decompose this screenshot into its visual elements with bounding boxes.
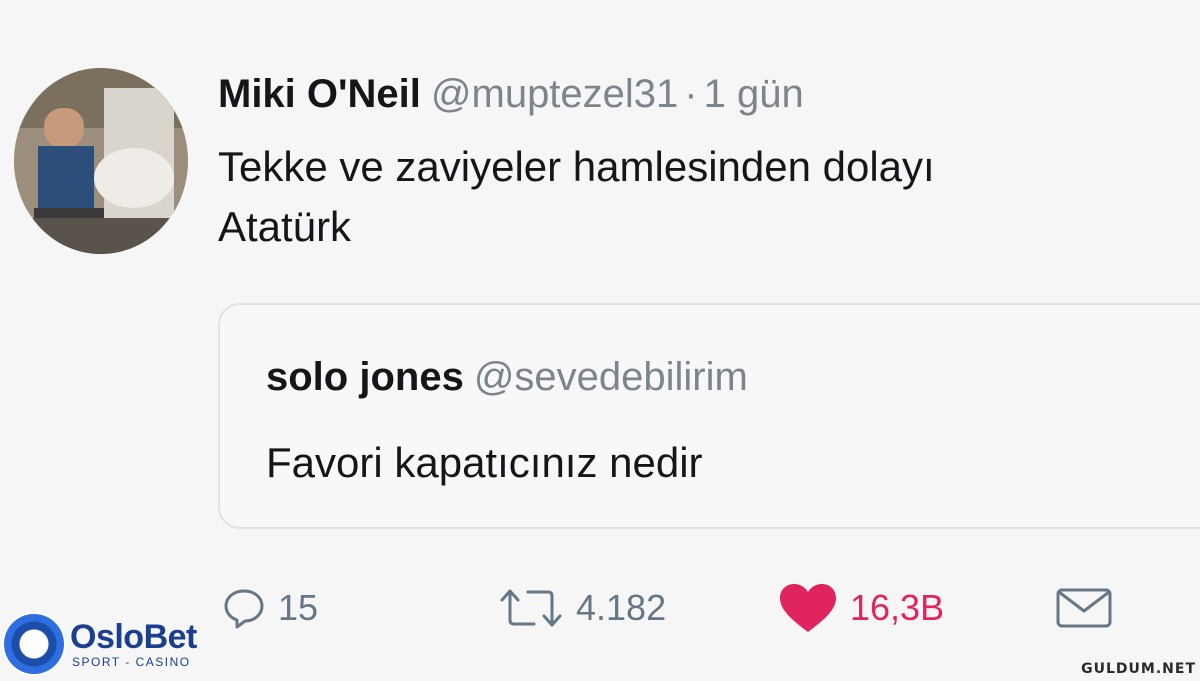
heart-icon: [780, 584, 836, 632]
quoted-tweet-header: solo jones @sevedebilirim: [266, 349, 748, 405]
timestamp[interactable]: 1 gün: [704, 72, 804, 116]
logo-sub: SPORT - CASINO: [72, 655, 191, 669]
watermark: GULDUM.NET: [1081, 661, 1196, 677]
reply-button[interactable]: 15: [222, 578, 318, 638]
quoted-tweet[interactable]: solo jones @sevedebilirim Favori kapatıcı…: [218, 303, 1200, 529]
separator-dot: ·: [684, 72, 698, 116]
avatar-photo: [14, 68, 188, 254]
retweet-icon: [500, 589, 562, 627]
retweet-button[interactable]: 4.182: [498, 578, 666, 638]
retweet-count: 4.182: [576, 587, 667, 628]
oslobet-logo-text: OsloBet SPORT - CASINO: [70, 620, 197, 668]
oslobet-logo: OsloBet SPORT - CASINO: [4, 614, 197, 674]
oslobet-logo-icon: [4, 614, 64, 674]
direct-message-button[interactable]: [1054, 578, 1114, 638]
author-handle[interactable]: @muptezel31: [431, 72, 678, 116]
tweet-card: Miki O'Neil @muptezel31 · 1 gün Tekke ve za…: [0, 0, 1200, 681]
tweet-text: Tekke ve zaviyeler hamlesinden dolayı At…: [218, 137, 1198, 257]
tweet-text-line: Tekke ve zaviyeler hamlesinden dolayı: [218, 143, 935, 190]
quoted-author-handle: @sevedebilirim: [473, 355, 748, 399]
author-name[interactable]: Miki O'Neil: [218, 72, 421, 116]
like-button[interactable]: 16,3B: [778, 578, 944, 638]
logo-brand: OsloBet: [70, 618, 197, 656]
reply-count: 15: [278, 587, 319, 628]
tweet-header: Miki O'Neil @muptezel31 · 1 gün: [218, 66, 804, 122]
reply-icon: [224, 589, 264, 629]
quoted-tweet-text: Favori kapatıcınız nedir: [266, 439, 703, 486]
envelope-icon: [1056, 588, 1112, 628]
avatar[interactable]: [14, 68, 188, 254]
tweet-text-line: Atatürk: [218, 203, 352, 250]
like-count: 16,3B: [850, 587, 945, 628]
quoted-author-name: solo jones: [266, 355, 464, 399]
